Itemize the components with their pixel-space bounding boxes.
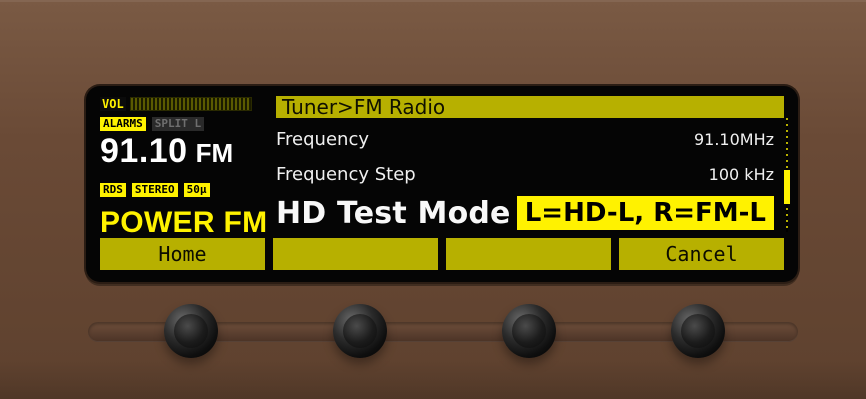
menu-row-value: 100 kHz bbox=[708, 164, 774, 184]
alarms-status: ALARMS SPLIT L bbox=[100, 116, 205, 132]
menu-row-label: HD Test Mode bbox=[276, 195, 511, 231]
scrollbar-thumb[interactable] bbox=[784, 170, 790, 204]
lcd-content: VOL ALARMS SPLIT L 91.10 FM RDS STEREO 5… bbox=[100, 96, 790, 272]
vol-label: VOL bbox=[100, 97, 126, 111]
softkey-home-button[interactable]: Home bbox=[100, 238, 265, 270]
breadcrumb: Tuner>FM Radio bbox=[276, 96, 784, 118]
softkey-cancel-button[interactable]: Cancel bbox=[619, 238, 784, 270]
rotary-knob-icon[interactable] bbox=[671, 304, 725, 358]
menu-row-value: 91.10MHz bbox=[693, 129, 774, 149]
rotary-knob-icon[interactable] bbox=[333, 304, 387, 358]
volume-meter-icon bbox=[129, 97, 252, 111]
split-badge: SPLIT L bbox=[151, 117, 205, 131]
softkey-2-button[interactable] bbox=[273, 238, 438, 270]
alarms-badge: ALARMS bbox=[100, 117, 146, 131]
menu-row-hd-test-mode[interactable]: HD Test Mode L=HD-L, R=FM-L bbox=[276, 194, 774, 232]
rds-badge: RDS bbox=[100, 183, 126, 197]
softkey-bar: Home Cancel bbox=[100, 238, 784, 270]
menu-row-selected-value[interactable]: L=HD-L, R=FM-L bbox=[516, 196, 774, 230]
menu-row-label: Frequency Step bbox=[276, 163, 416, 185]
device-panel: VOL ALARMS SPLIT L 91.10 FM RDS STEREO 5… bbox=[0, 0, 866, 399]
rotary-knob-icon[interactable] bbox=[502, 304, 556, 358]
frequency-unit: FM bbox=[195, 138, 234, 168]
deemphasis-badge: 50μ bbox=[183, 183, 210, 197]
rds-status: RDS STEREO 50μ bbox=[100, 182, 210, 198]
scrollbar-icon[interactable] bbox=[784, 118, 790, 232]
frequency-number: 91.10 bbox=[100, 132, 188, 170]
softkey-3-button[interactable] bbox=[446, 238, 611, 270]
stereo-badge: STEREO bbox=[131, 183, 178, 197]
menu-row-frequency[interactable]: Frequency 91.10MHz bbox=[276, 126, 774, 152]
menu-row-frequency-step[interactable]: Frequency Step 100 kHz bbox=[276, 161, 774, 187]
station-name: POWER FM bbox=[100, 206, 268, 239]
menu-row-label: Frequency bbox=[276, 128, 369, 150]
frequency-display: 91.10 FM bbox=[100, 132, 233, 171]
lcd-screen: VOL ALARMS SPLIT L 91.10 FM RDS STEREO 5… bbox=[86, 86, 798, 282]
volume-indicator: VOL bbox=[100, 97, 274, 111]
rotary-knob-icon[interactable] bbox=[164, 304, 218, 358]
